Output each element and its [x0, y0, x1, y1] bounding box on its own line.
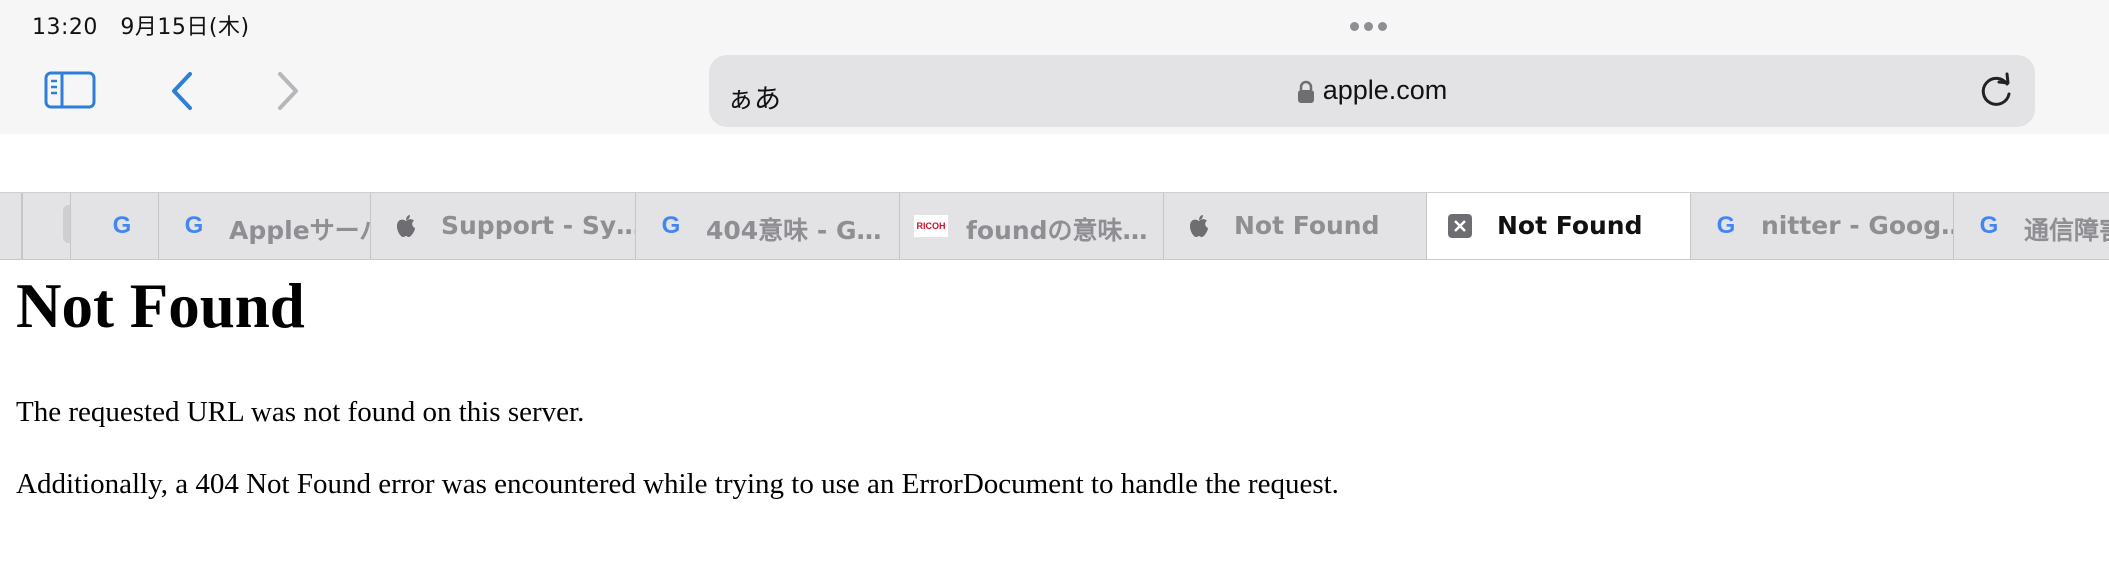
google-icon: G [184, 212, 204, 239]
status-date: 9月15日(木) [120, 15, 250, 40]
tab-title: foundの意味… [966, 216, 1148, 245]
tab-title: Support - Sy… [441, 211, 635, 240]
apple-icon [1190, 215, 1208, 237]
error-detail: Additionally, a 404 Not Found error was … [16, 468, 1339, 500]
apple-icon [397, 215, 415, 237]
tab-404-meaning[interactable]: G 404意味 - G… [635, 193, 899, 259]
forward-chevron-icon[interactable] [272, 70, 302, 112]
tab-title: 通信障害 [2024, 216, 2109, 245]
toolbar-divider-area [5, 134, 2109, 184]
ricoh-icon: RICOH [914, 215, 948, 237]
tab-nitter[interactable]: G nitter - Goog… [1690, 193, 1953, 259]
error-message: The requested URL was not found on this … [16, 396, 585, 428]
page-content: Not Found [16, 270, 305, 343]
tab-apple-server[interactable]: G Appleサーバ [158, 193, 370, 259]
google-icon: G [112, 212, 132, 239]
reload-icon[interactable] [1977, 72, 2015, 110]
browser-toolbar: ぁあ apple.com [0, 46, 2109, 134]
multitasking-dots-icon[interactable] [1350, 18, 1392, 36]
google-icon: G [1979, 212, 1999, 239]
tab-stack[interactable] [22, 193, 70, 259]
tab-title: Not Found [1497, 211, 1643, 240]
address-bar[interactable]: ぁあ apple.com [709, 55, 2035, 127]
close-tab-icon[interactable] [1447, 213, 1473, 239]
page-heading: Not Found [16, 271, 305, 341]
status-bar: 13:20 9月15日(木) [0, 0, 2109, 46]
back-chevron-icon[interactable] [168, 70, 198, 112]
tab-edge [0, 193, 22, 259]
tab-found-meaning[interactable]: RICOH foundの意味… [899, 193, 1163, 259]
lock-icon [1297, 80, 1314, 103]
tab-not-found-apple[interactable]: Not Found [1163, 193, 1426, 259]
tab-title: 404意味 - G… [706, 216, 882, 245]
tab-title: nitter - Goog… [1761, 211, 1953, 240]
tab-google-0[interactable]: G [70, 193, 158, 259]
tab-title: Not Found [1234, 211, 1380, 240]
status-time: 13:20 9月15日(木) [32, 15, 250, 40]
tab-title: Appleサーバ [229, 216, 370, 245]
google-icon: G [1716, 212, 1736, 239]
tab-bar: G G Appleサーバ Support - Sy… G 404意味 - G… … [0, 192, 2109, 260]
sidebar-toggle-icon[interactable] [44, 71, 96, 109]
url-text: apple.com [1322, 75, 1448, 105]
tab-outage[interactable]: G 通信障害 [1953, 193, 2109, 259]
url-display[interactable]: apple.com [709, 75, 2035, 106]
google-icon: G [661, 212, 681, 239]
tab-not-found-active[interactable]: Not Found [1426, 193, 1690, 259]
tab-support[interactable]: Support - Sy… [370, 193, 635, 259]
